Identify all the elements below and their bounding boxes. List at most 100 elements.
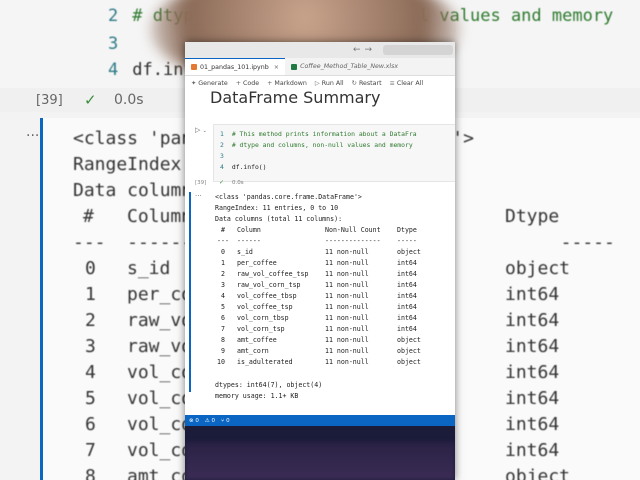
excel-file-icon [291,63,298,70]
run-all-button[interactable]: ▷ Run All [315,80,344,87]
bg-row-idx: 6 [85,414,96,435]
bg-exec-count: [39] [36,93,63,108]
table-cell-col: vol_corn_tbsp [237,314,289,322]
run-cell-icon[interactable]: ▷ ⌄ [195,126,207,134]
close-tab-icon[interactable]: × [274,64,279,71]
table-cell-count: 11 non-null [325,270,369,278]
notebook-window: ← → 01_pandas_101.ipynb × Coffee_Method_… [185,42,455,480]
table-cell-col: raw_vol_coffee_tsp [237,270,309,278]
notebook-file-icon [191,64,197,70]
table-cell-col: vol_coffee_tsp [237,303,293,311]
table-cell-idx: 2 [221,270,225,278]
table-cell-idx: 6 [221,314,225,322]
table-cell-dtype: object [397,347,421,355]
bg-row-idx: 5 [85,388,96,409]
tab-notebook-label: 01_pandas_101.ipynb [200,63,269,71]
code-cell[interactable]: ▷ ⌄ 1 # This method prints information ab… [185,120,455,188]
plus-icon: + [235,80,241,87]
status-bar: ⊗ 0 ⚠ 0 ⑂ 0 [185,415,455,426]
table-rule-row: --- ------ -------------- ----- [217,237,417,245]
table-cell-col: s_id [237,248,253,256]
forward-arrow-icon[interactable]: → [365,45,373,55]
clear-all-button[interactable]: ≡ Clear All [390,80,424,87]
add-markdown-button[interactable]: + Markdown [267,80,307,87]
table-cell-count: 11 non-null [325,248,369,256]
editor-tabs: 01_pandas_101.ipynb × Coffee_Method_Tabl… [185,58,455,76]
run-all-icon: ▷ [314,80,320,87]
add-code-button[interactable]: + Code [236,80,259,87]
title-bar: ← → [185,42,455,58]
plus-icon: + [267,80,273,87]
table-cell-idx: 1 [221,259,225,267]
bg-row-col: s_id [127,258,171,279]
table-cell-dtype: int64 [397,325,417,333]
table-cell-count: 11 non-null [325,347,369,355]
bg-header-dtype: Dtype [505,206,560,227]
errors-status[interactable]: ⊗ 0 [189,418,199,424]
table-cell-dtype: object [397,248,421,256]
table-cell-idx: 0 [221,248,225,256]
output-range-line: RangeIndex: 11 entries, 0 to 10 [215,204,339,212]
output-class-line: <class 'pandas.core.frame.DataFrame'> [215,193,362,201]
table-cell-dtype: int64 [397,303,417,311]
back-arrow-icon[interactable]: ← [353,45,361,55]
output-menu-icon[interactable]: ··· [195,192,202,200]
table-cell-dtype: int64 [397,259,417,267]
restart-icon: ↻ [351,80,357,87]
output-columns-line: Data columns (total 11 columns): [215,215,343,223]
table-cell-idx: 7 [221,325,225,333]
table-cell-count: 11 non-null [325,358,369,366]
markdown-heading: DataFrame Summary [210,88,381,107]
table-cell-idx: 3 [221,281,225,289]
table-cell-col: vol_coffee_tbsp [237,292,297,300]
table-cell-col: is_adulterated [237,358,293,366]
table-cell-col: amt_corn [237,347,269,355]
bg-row-dtype: object [505,258,571,279]
generate-button[interactable]: ✦ Generate [191,80,228,87]
code-line: 3 [220,152,224,160]
bg-row-idx: 4 [85,362,96,383]
bg-row-idx: 3 [85,336,96,357]
warnings-status[interactable]: ⚠ 0 [205,418,215,424]
table-cell-col: per_coffee [237,259,277,267]
bg-row-dtype: int64 [505,440,560,461]
output-dtypes-line: dtypes: int64(7), object(4) [215,381,323,389]
code-line: 1 # This method prints information about … [220,130,417,138]
tab-excel-label: Coffee_Method_Table_New.xlsx [300,63,399,70]
ports-status[interactable]: ⑂ 0 [221,418,230,424]
code-editor[interactable]: 1 # This method prints information about … [213,124,455,182]
bg-row-dtype: int64 [505,284,560,305]
table-cell-idx: 10 [217,358,225,366]
bg-code-line-3: 3 [108,34,119,54]
chevron-down-icon[interactable]: ⌄ [203,128,207,134]
bg-ellipsis-icon: ··· [26,128,40,144]
table-cell-dtype: object [397,358,421,366]
execution-count: [39] [195,180,207,186]
table-cell-count: 11 non-null [325,292,369,300]
clear-icon: ≡ [389,80,395,87]
restart-button[interactable]: ↻ Restart [352,80,382,87]
bg-row-dtype: int64 [505,310,560,331]
bg-row-dtype: int64 [505,414,560,435]
table-cell-idx: 9 [221,347,225,355]
table-cell-idx: 4 [221,292,225,300]
cell-output: ··· <class 'pandas.core.frame.DataFrame'… [189,192,455,400]
bg-check-icon: ✓ [84,91,97,109]
table-cell-dtype: int64 [397,292,417,300]
bg-row-idx: 7 [85,440,96,461]
tab-notebook[interactable]: 01_pandas_101.ipynb × [185,58,286,75]
table-cell-dtype: int64 [397,314,417,322]
table-cell-col: amt_coffee [237,336,277,344]
code-line: 2 # dtype and columns, non-null values an… [220,141,413,149]
bg-row-dtype: int64 [505,388,560,409]
table-cell-count: 11 non-null [325,259,369,267]
table-cell-count: 11 non-null [325,281,369,289]
bg-row-idx: 2 [85,310,96,331]
table-cell-idx: 5 [221,303,225,311]
table-header-row: # Column Non-Null Count Dtype [221,226,417,234]
bg-row-idx: 8 [85,466,96,480]
bg-row-dtype: object [505,466,571,480]
address-bar[interactable] [383,45,453,55]
tab-excel[interactable]: Coffee_Method_Table_New.xlsx [285,58,404,75]
table-cell-idx: 8 [221,336,225,344]
